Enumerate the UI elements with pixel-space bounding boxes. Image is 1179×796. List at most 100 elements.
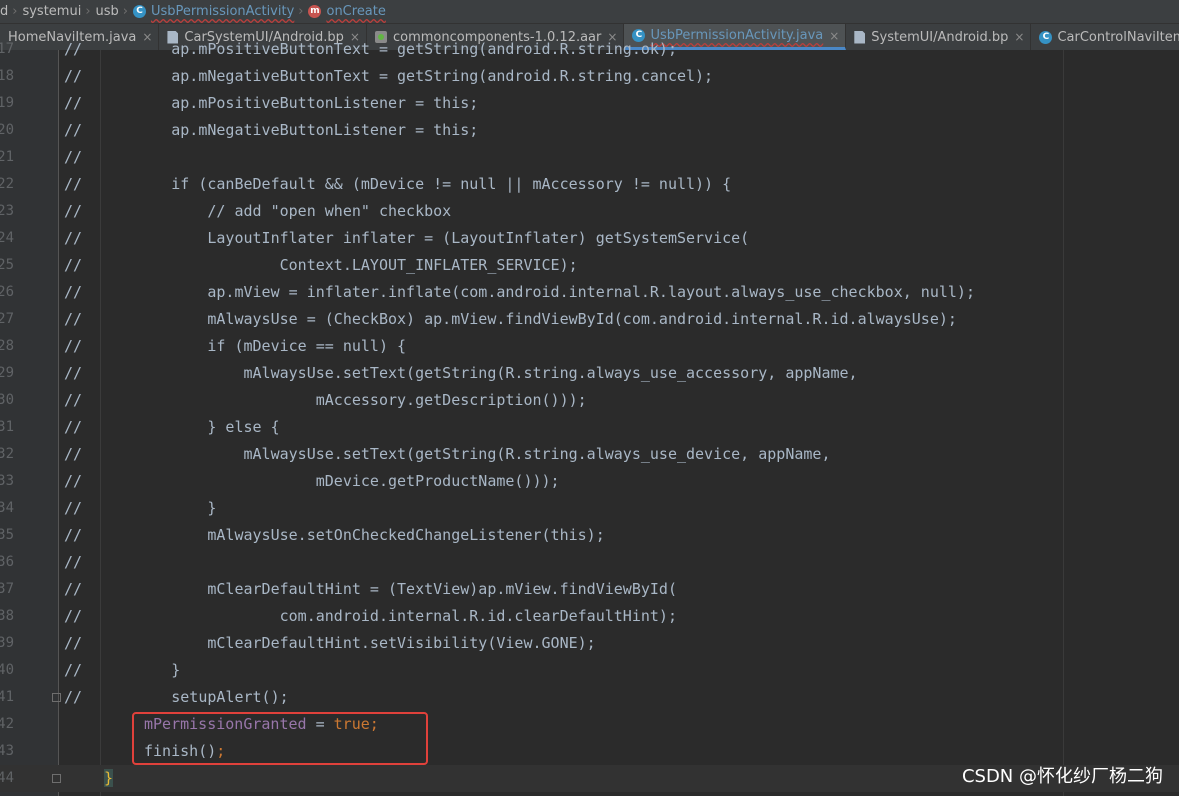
- breadcrumb-label: usb: [95, 4, 119, 19]
- line-number: 35: [0, 527, 14, 543]
- line-number: 44: [0, 770, 14, 786]
- line-number: 29: [0, 365, 14, 381]
- line-number: 22: [0, 176, 14, 192]
- code-line: 17// ap.mPositiveButtonText = getString(…: [0, 36, 1179, 63]
- line-number: 20: [0, 122, 14, 138]
- line-number: 25: [0, 257, 14, 273]
- code-line: 35// mAlwaysUse.setOnCheckedChangeListen…: [0, 522, 1179, 549]
- line-number: 40: [0, 662, 14, 678]
- line-number: 32: [0, 446, 14, 462]
- breadcrumb-label: onCreate: [326, 4, 386, 19]
- code-text: ap.mPositiveButtonListener = this;: [99, 94, 479, 112]
- code-line: 36 //: [0, 549, 1179, 576]
- code-line: 38// com.android.internal.R.id.clearDefa…: [0, 603, 1179, 630]
- line-number: 24: [0, 230, 14, 246]
- code-text: ap.mNegativeButtonListener = this;: [99, 121, 479, 139]
- line-comment-marker: //: [64, 553, 83, 571]
- code-editor[interactable]: 17 // ap.mPositiveButtonText = getString(…: [0, 40, 1179, 796]
- breadcrumb-label: systemui: [22, 4, 82, 19]
- line-number: 38: [0, 608, 14, 624]
- code-line: 25// Context.LAYOUT_INFLATER_SERVICE);: [0, 252, 1179, 279]
- breadcrumb-separator-icon: ›: [85, 4, 91, 19]
- code-line: 20// ap.mNegativeButtonListener = this;: [0, 117, 1179, 144]
- code-line: 37// mClearDefaultHint = (TextView)ap.mV…: [0, 576, 1179, 603]
- code-line: 22// if (canBeDefault && (mDevice != nul…: [0, 171, 1179, 198]
- line-number: 17: [0, 41, 14, 57]
- code-line: 33// mDevice.getProductName()));: [0, 468, 1179, 495]
- code-text: }: [104, 765, 114, 792]
- code-line: 41// setupAlert();: [0, 684, 1179, 711]
- code-text: mAlwaysUse.setText(getString(R.string.al…: [99, 445, 831, 463]
- line-number: 42: [0, 716, 14, 732]
- code-text: LayoutInflater inflater = (LayoutInflate…: [99, 229, 750, 247]
- line-number: 36: [0, 554, 14, 570]
- code-text: mAlwaysUse.setOnCheckedChangeListener(th…: [99, 526, 605, 544]
- line-number: 21: [0, 149, 14, 165]
- code-text: ap.mView = inflater.inflate(com.android.…: [99, 283, 975, 301]
- code-line: 24// LayoutInflater inflater = (LayoutIn…: [0, 225, 1179, 252]
- breadcrumb-label: UsbPermissionActivity: [151, 4, 295, 19]
- fold-marker-icon[interactable]: [52, 693, 61, 702]
- code-line: 18// ap.mNegativeButtonText = getString(…: [0, 63, 1179, 90]
- code-line: 27// mAlwaysUse = (CheckBox) ap.mView.fi…: [0, 306, 1179, 333]
- fold-marker-icon[interactable]: [52, 774, 61, 783]
- line-number: 18: [0, 68, 14, 84]
- code-text: mAlwaysUse = (CheckBox) ap.mView.findVie…: [99, 310, 957, 328]
- code-line: 21 //: [0, 144, 1179, 171]
- breadcrumb-separator-icon: ›: [12, 4, 18, 19]
- code-line: 29// mAlwaysUse.setText(getString(R.stri…: [0, 360, 1179, 387]
- line-number: 31: [0, 419, 14, 435]
- code-text: mDevice.getProductName()));: [99, 472, 560, 490]
- watermark: CSDN @怀化纱厂杨二狗: [961, 766, 1163, 787]
- line-number: 30: [0, 392, 14, 408]
- code-text: }: [99, 499, 217, 517]
- code-text: // add "open when" checkbox: [99, 202, 452, 220]
- code-text: mAccessory.getDescription()));: [99, 391, 587, 409]
- code-text: if (canBeDefault && (mDevice != null || …: [99, 175, 732, 193]
- line-number: 39: [0, 635, 14, 651]
- code-line: 34// }: [0, 495, 1179, 522]
- code-text: mClearDefaultHint.setVisibility(View.GON…: [99, 634, 596, 652]
- class-icon: C: [133, 5, 146, 18]
- line-number: 26: [0, 284, 14, 300]
- breadcrumb-separator-icon: ›: [298, 4, 304, 19]
- code-line: 30// mAccessory.getDescription()));: [0, 387, 1179, 414]
- breadcrumb-label: d: [0, 4, 9, 19]
- breadcrumb-item[interactable]: C UsbPermissionActivity ›: [133, 4, 308, 19]
- code-text: mAlwaysUse.setText(getString(R.string.al…: [99, 364, 858, 382]
- code-line: 19// ap.mPositiveButtonListener = this;: [0, 90, 1179, 117]
- breadcrumb-item[interactable]: usb ›: [96, 4, 133, 19]
- code-text: ap.mPositiveButtonText = getString(andro…: [99, 40, 677, 58]
- breadcrumb-item[interactable]: m onCreate: [308, 4, 386, 19]
- line-number: 37: [0, 581, 14, 597]
- code-text: com.android.internal.R.id.clearDefaultHi…: [99, 607, 677, 625]
- code-line: 31// } else {: [0, 414, 1179, 441]
- breadcrumb-item[interactable]: systemui ›: [22, 4, 95, 19]
- code-text: ap.mNegativeButtonText = getString(andro…: [99, 67, 714, 85]
- code-text: mClearDefaultHint = (TextView)ap.mView.f…: [99, 580, 677, 598]
- line-number: 19: [0, 95, 14, 111]
- line-number: 41: [0, 689, 14, 705]
- code-line: 26// ap.mView = inflater.inflate(com.and…: [0, 279, 1179, 306]
- code-token: }: [104, 769, 114, 787]
- code-line: 23// // add "open when" checkbox: [0, 198, 1179, 225]
- code-line: 40// }: [0, 657, 1179, 684]
- line-comment-marker: //: [64, 148, 83, 166]
- code-text: setupAlert();: [99, 688, 289, 706]
- method-icon: m: [308, 5, 322, 18]
- breadcrumb: d › systemui › usb › C UsbPermissionActivity › m o…: [0, 0, 1179, 24]
- line-number: 34: [0, 500, 14, 516]
- code-text: }: [99, 661, 181, 679]
- breadcrumb-item[interactable]: d ›: [0, 4, 22, 19]
- code-line: 32// mAlwaysUse.setText(getString(R.stri…: [0, 441, 1179, 468]
- line-number: 23: [0, 203, 14, 219]
- breadcrumb-separator-icon: ›: [122, 4, 128, 19]
- red-highlight-annotation: [132, 712, 428, 765]
- line-number: 33: [0, 473, 14, 489]
- code-line: 39// mClearDefaultHint.setVisibility(Vie…: [0, 630, 1179, 657]
- line-number: 27: [0, 311, 14, 327]
- code-line: 28// if (mDevice == null) {: [0, 333, 1179, 360]
- code-text: Context.LAYOUT_INFLATER_SERVICE);: [99, 256, 578, 274]
- code-text: } else {: [99, 418, 280, 436]
- line-number: 43: [0, 743, 14, 759]
